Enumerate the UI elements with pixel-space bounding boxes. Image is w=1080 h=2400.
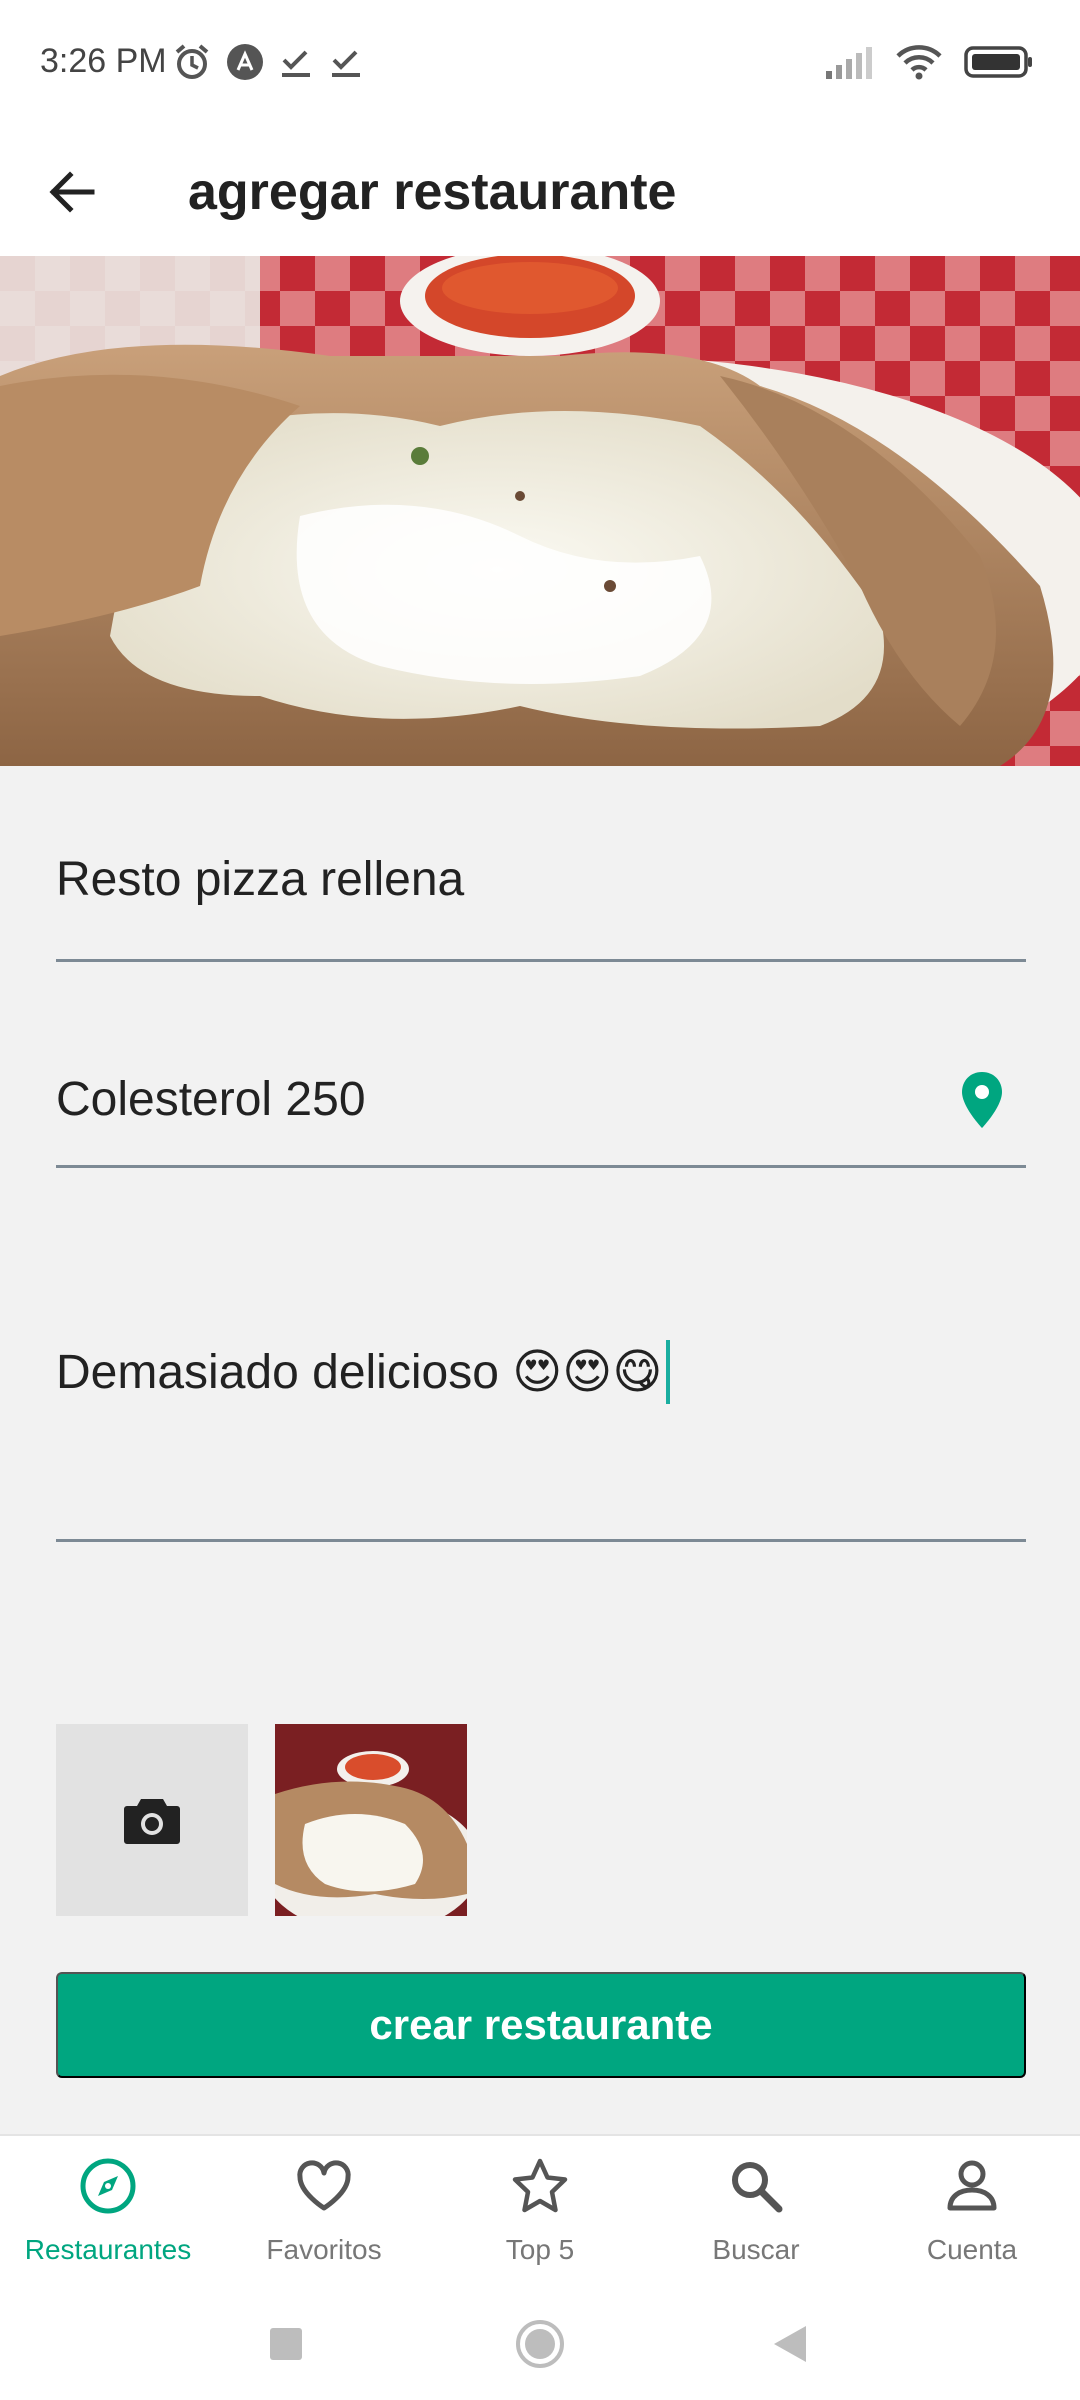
heart-icon [297,2160,351,2211]
restaurant-address-field[interactable]: Colesterol 250 [56,1020,1026,1168]
back-system-button[interactable] [760,2314,820,2374]
tab-label: Restaurantes [24,2234,192,2265]
tab-label: Cuenta [926,2234,1018,2265]
recents-button[interactable] [256,2314,316,2374]
selected-photo-thumbnail[interactable] [275,1724,467,1916]
square-icon [270,2328,302,2360]
map-marker-icon[interactable] [958,1070,1006,1130]
wifi-icon [896,45,942,80]
restaurant-name-field[interactable]: Resto pizza rellena [56,800,1026,962]
add-photo-button[interactable] [56,1724,248,1916]
tab-label: Buscar [712,2234,800,2265]
search-icon [732,2162,783,2213]
tab-buscar[interactable]: Buscar [648,2136,864,2292]
tab-top5[interactable]: Top 5 [432,2136,648,2292]
restaurant-main-photo [0,256,1080,766]
triangle-back-icon [774,2326,806,2362]
tab-favoritos[interactable]: Favoritos [216,2136,432,2292]
signal-icon [826,47,872,79]
alarm-icon [175,44,209,79]
status-system-icons [824,44,1034,80]
system-navigation-bar [0,2290,1080,2400]
back-button[interactable] [36,156,108,228]
page-title: agregar restaurante [188,163,677,221]
restaurant-name-input[interactable]: Resto pizza rellena [56,852,464,907]
app-bar: agregar restaurante [0,128,1080,256]
status-bar: 3:26 PM [0,0,1080,128]
create-restaurant-button[interactable]: crear restaurante [56,1972,1026,2078]
check-icon [282,50,310,77]
circle-icon [516,2320,564,2368]
restaurant-description-input[interactable]: Demasiado delicioso 😍😍😋 [56,1340,671,1404]
status-notifications [172,42,364,82]
bottom-navigation: Restaurantes Favoritos Top 5 Buscar Cuen… [0,2134,1080,2290]
star-icon [512,2158,568,2213]
restaurant-description-field[interactable]: Demasiado delicioso 😍😍😋 [56,1240,1026,1542]
compass-icon [80,2158,136,2214]
camera-icon [124,1799,180,1844]
home-button[interactable] [510,2314,570,2374]
battery-icon [964,46,1032,78]
tab-label: Favoritos [266,2234,382,2265]
check-icon [332,50,360,77]
text-caret [666,1340,671,1404]
restaurant-address-input[interactable]: Colesterol 250 [56,1072,366,1127]
description-text: Demasiado delicioso 😍😍😋 [56,1346,663,1399]
status-time: 3:26 PM [40,42,167,80]
tab-restaurantes[interactable]: Restaurantes [0,2136,216,2292]
tab-cuenta[interactable]: Cuenta [864,2136,1080,2292]
arrow-left-icon [49,171,95,213]
account-icon [947,2160,997,2211]
tab-label: Top 5 [505,2234,575,2265]
app-notification-icon [227,44,263,80]
